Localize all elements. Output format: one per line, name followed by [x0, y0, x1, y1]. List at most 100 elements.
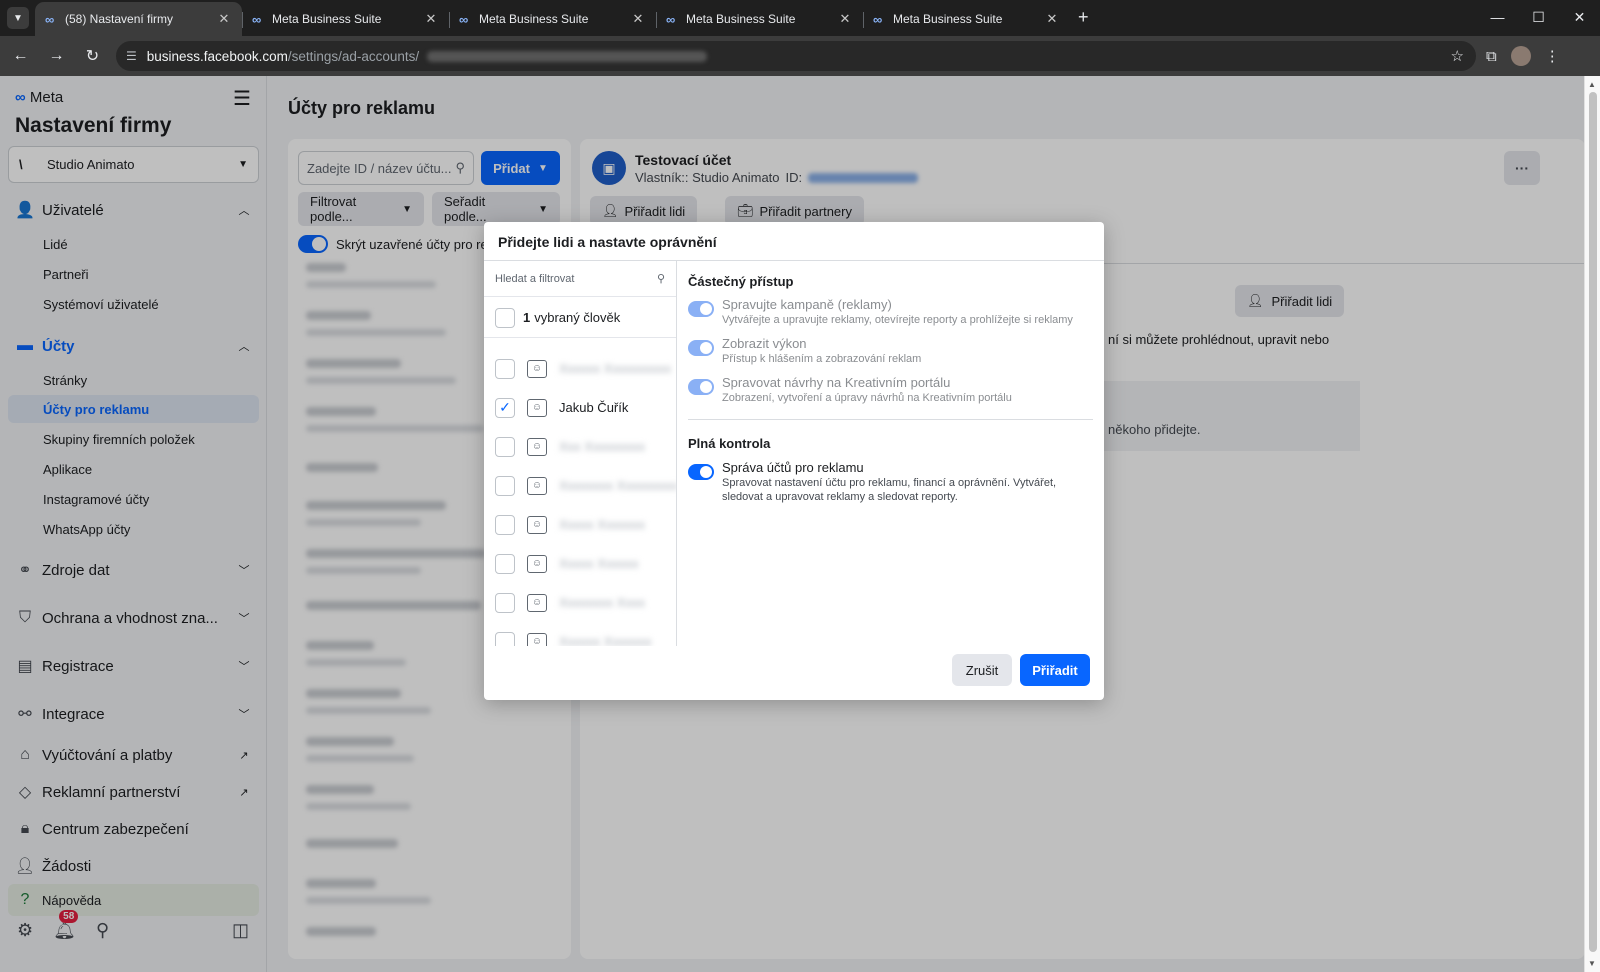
profile-avatar[interactable]: [1510, 46, 1531, 66]
permission-title: Správa účtů pro reklamu: [722, 460, 864, 475]
person-checkbox[interactable]: [495, 436, 515, 457]
person-avatar-icon: ☺: [527, 359, 547, 378]
person-name-redacted: Xxxxxx Xxxxxxxxxx: [559, 361, 671, 376]
person-row[interactable]: ☺ Xxxxxx Xxxxxxx: [484, 622, 676, 646]
person-avatar-icon: ☺: [527, 476, 547, 495]
close-tab-icon[interactable]: ✕: [837, 11, 853, 27]
person-row[interactable]: ☺ Xxxxxxxx Xxxx: [484, 583, 676, 622]
browser-toolbar: ← → ↻ ☰ business.facebook.com/settings/a…: [0, 36, 1600, 76]
reload-icon[interactable]: ↻: [77, 46, 108, 66]
meta-favicon-icon: ∞: [459, 11, 469, 27]
person-row[interactable]: ☺ Xxxxx Xxxxxx: [484, 544, 676, 583]
person-row[interactable]: ☺ Xxxxxx Xxxxxxxxxx: [484, 349, 676, 388]
permission-creative-hub: Spravovat návrhy na Kreativním portálu Z…: [688, 375, 1093, 405]
browser-menu-icon[interactable]: ⋮: [1545, 47, 1560, 65]
selected-count: 1: [523, 310, 531, 325]
tab-title: Meta Business Suite: [893, 12, 1003, 26]
person-avatar-icon: ☺: [527, 593, 547, 612]
url-host: business.facebook.com: [146, 48, 288, 64]
maximize-icon[interactable]: ☐: [1518, 0, 1559, 34]
scroll-up-icon[interactable]: ▲: [1588, 80, 1596, 89]
permission-view-performance: Zobrazit výkon Přístup k hlášením a zobr…: [688, 336, 1093, 366]
scroll-down-icon[interactable]: ▼: [1588, 959, 1596, 968]
person-name-redacted: Xxxxx Xxxxxxx: [559, 517, 645, 532]
browser-tab-bar: ▼ ∞ (58) Nastavení firmy ✕ ∞ Meta Busine…: [0, 0, 1600, 36]
permission-toggle[interactable]: [688, 379, 714, 395]
browser-tab[interactable]: ∞ Meta Business Suite ✕: [242, 2, 449, 36]
close-tab-icon[interactable]: ✕: [1044, 11, 1060, 27]
person-avatar-icon: ☺: [527, 632, 547, 646]
people-search-input[interactable]: Hledat a filtrovat ⚲: [484, 261, 676, 297]
browser-tab[interactable]: ∞ Meta Business Suite ✕: [449, 2, 656, 36]
permission-description: Přístup k hlášením a zobrazování reklam: [722, 353, 922, 365]
bookmark-star-icon[interactable]: ☆: [1451, 47, 1464, 65]
permission-manage-campaigns: Spravujte kampaně (reklamy) Vytvářejte a…: [688, 297, 1093, 327]
partial-access-heading: Částečný přístup: [688, 274, 794, 289]
meta-favicon-icon: ∞: [873, 11, 883, 27]
tab-title: Meta Business Suite: [686, 12, 796, 26]
person-row[interactable]: ☺ Xxx Xxxxxxxxx: [484, 427, 676, 466]
url-path: /settings/ad-accounts/: [287, 48, 420, 64]
permission-title: Spravujte kampaně (reklamy): [722, 297, 892, 312]
address-bar[interactable]: ☰ business.facebook.com/settings/ad-acco…: [116, 41, 1476, 71]
person-checkbox[interactable]: ✓: [495, 397, 515, 418]
assign-button[interactable]: Přiřadit: [1020, 654, 1090, 686]
new-tab-icon[interactable]: +: [1078, 7, 1089, 28]
browser-tab[interactable]: ∞ Meta Business Suite ✕: [656, 2, 863, 36]
person-checkbox[interactable]: [495, 553, 515, 574]
permission-toggle[interactable]: [688, 464, 714, 480]
person-checkbox[interactable]: [495, 631, 515, 646]
site-info-icon[interactable]: ☰: [126, 49, 137, 63]
person-name-redacted: Xxxxxxxx Xxxx: [559, 595, 645, 610]
permission-title: Spravovat návrhy na Kreativním portálu: [722, 375, 951, 390]
tab-title: (58) Nastavení firmy: [65, 12, 174, 26]
permission-toggle[interactable]: [688, 340, 714, 356]
extensions-icon[interactable]: ⧉: [1486, 48, 1497, 65]
tab-search-button[interactable]: ▼: [7, 7, 29, 29]
meta-favicon-icon: ∞: [666, 11, 676, 27]
person-row[interactable]: ☺ Xxxxx Xxxxxxx: [484, 505, 676, 544]
tab-title: Meta Business Suite: [479, 12, 589, 26]
window-controls: — ☐ ✕: [1477, 0, 1600, 34]
selected-count-row[interactable]: 1 vybraný člověk: [484, 298, 676, 338]
forward-icon[interactable]: →: [41, 47, 72, 65]
scroll-thumb[interactable]: [1589, 92, 1597, 952]
permission-description: Vytvářejte a upravujte reklamy, otevírej…: [722, 314, 1073, 326]
person-name: Jakub Čuřík: [559, 400, 629, 415]
page-scrollbar[interactable]: ▲ ▼: [1584, 76, 1600, 972]
cancel-button[interactable]: Zrušit: [952, 654, 1012, 686]
selected-label: vybraný člověk: [534, 310, 621, 325]
minimize-icon[interactable]: —: [1477, 0, 1518, 34]
close-tab-icon[interactable]: ✕: [630, 11, 646, 27]
person-checkbox[interactable]: [495, 592, 515, 613]
meta-favicon-icon: ∞: [45, 11, 55, 27]
person-name-redacted: Xxx Xxxxxxxxx: [559, 439, 645, 454]
person-name-redacted: Xxxxxx Xxxxxxx: [559, 634, 652, 646]
person-row[interactable]: ✓ ☺ Jakub Čuřík: [484, 388, 676, 427]
assign-people-dialog: Přidejte lidi a nastavte oprávnění Hleda…: [484, 222, 1104, 700]
browser-tab[interactable]: ∞ (58) Nastavení firmy ✕: [35, 2, 242, 36]
permissions-panel: Částečný přístup Spravujte kampaně (rekl…: [688, 261, 1093, 646]
search-placeholder: Hledat a filtrovat: [495, 272, 575, 285]
person-checkbox[interactable]: [495, 475, 515, 496]
permission-manage-ad-accounts: Správa účtů pro reklamu Spravovat nastav…: [688, 460, 1093, 504]
person-checkbox[interactable]: [495, 358, 515, 379]
person-avatar-icon: ☺: [527, 398, 547, 417]
close-tab-icon[interactable]: ✕: [216, 11, 232, 27]
person-row[interactable]: ☺ Xxxxxxxx Xxxxxxxxx: [484, 466, 676, 505]
tab-title: Meta Business Suite: [272, 12, 382, 26]
browser-tab[interactable]: ∞ Meta Business Suite ✕: [863, 2, 1070, 36]
back-icon[interactable]: ←: [5, 47, 36, 65]
search-icon: ⚲: [656, 273, 665, 285]
select-all-checkbox[interactable]: [495, 307, 515, 328]
permission-title: Zobrazit výkon: [722, 336, 807, 351]
url-redacted: [427, 50, 708, 62]
person-avatar-icon: ☺: [527, 554, 547, 573]
close-tab-icon[interactable]: ✕: [423, 11, 439, 27]
full-control-heading: Plná kontrola: [688, 436, 771, 451]
permission-toggle[interactable]: [688, 301, 714, 317]
close-window-icon[interactable]: ✕: [1559, 0, 1600, 34]
person-checkbox[interactable]: [495, 514, 515, 535]
people-list: Hledat a filtrovat ⚲ 1 vybraný člověk ☺ X…: [484, 261, 677, 646]
permission-description: Zobrazení, vytvoření a úpravy návrhů na …: [722, 392, 1012, 404]
